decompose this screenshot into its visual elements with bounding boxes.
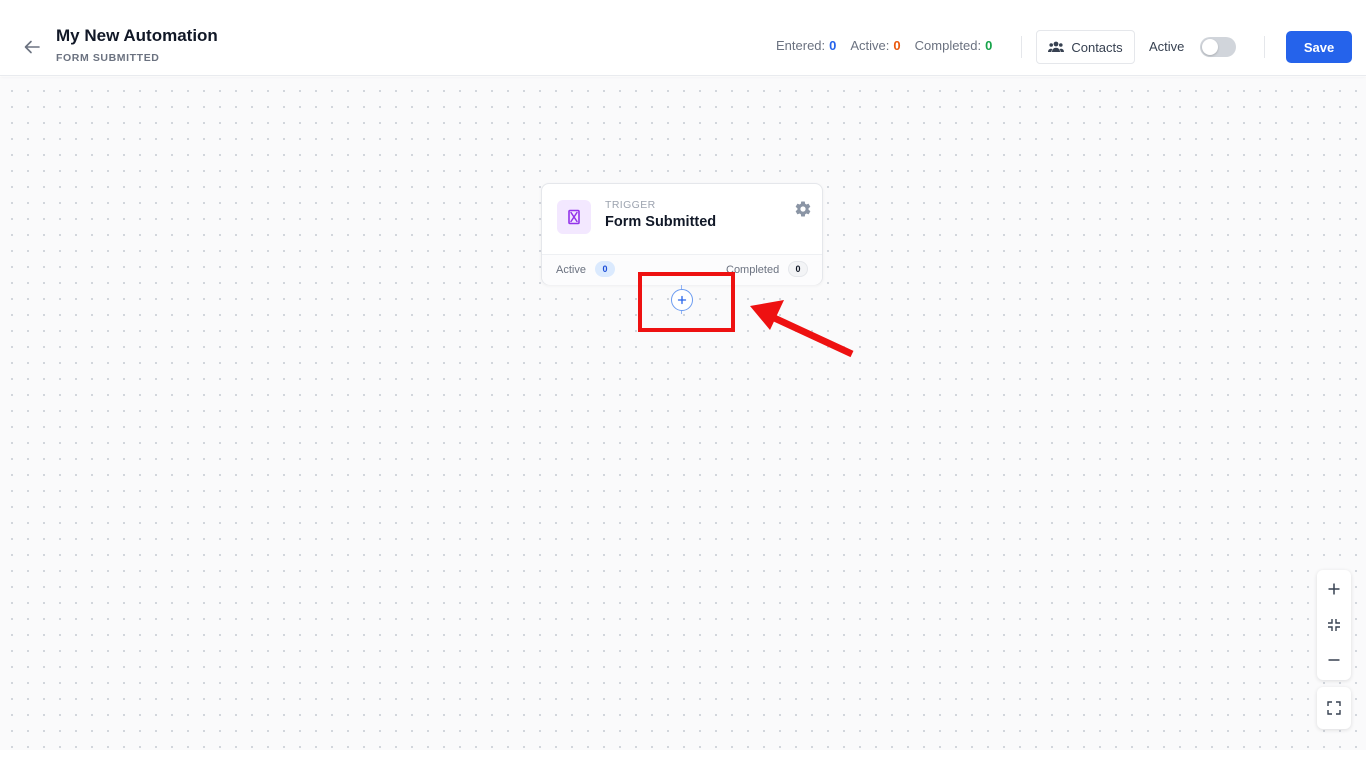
title-block: My New Automation FORM SUBMITTED — [56, 26, 218, 64]
active-toggle-label: Active — [1149, 39, 1185, 54]
zoom-controls — [1317, 570, 1351, 680]
stat-completed-label: Completed: — [914, 38, 982, 53]
node-completed-count: 0 — [788, 261, 808, 277]
trigger-title: Form Submitted — [605, 214, 717, 230]
canvas-bottom-edge — [0, 750, 1366, 770]
node-settings-button[interactable] — [794, 200, 812, 218]
app-header: My New Automation FORM SUBMITTED Entered… — [0, 0, 1366, 76]
stat-entered-label: Entered: — [776, 38, 826, 53]
node-active-label: Active — [556, 264, 586, 276]
zoom-in-button[interactable] — [1317, 572, 1351, 606]
trigger-icon-tile — [557, 200, 591, 234]
workflow-canvas[interactable] — [0, 77, 1366, 750]
toggle-knob — [1202, 39, 1218, 55]
page-subtitle: FORM SUBMITTED — [56, 52, 160, 64]
hourglass-icon — [568, 209, 580, 225]
gear-icon — [795, 201, 811, 217]
zoom-out-button[interactable] — [1317, 643, 1351, 677]
arrow-left-icon — [24, 40, 40, 54]
trigger-type-label: TRIGGER — [605, 199, 656, 211]
add-step-button[interactable] — [671, 289, 693, 311]
stat-active-value: 0 — [893, 38, 901, 53]
users-icon — [1048, 41, 1065, 52]
automation-stats: Entered: 0 Active: 0 Completed: 0 — [776, 38, 992, 53]
compress-icon — [1328, 619, 1340, 631]
back-button[interactable] — [20, 36, 44, 58]
active-toggle[interactable] — [1200, 37, 1236, 57]
stat-completed: Completed: 0 — [915, 38, 993, 53]
page-title: My New Automation — [56, 26, 218, 45]
plus-icon — [1328, 583, 1340, 595]
stat-active: Active: 0 — [850, 38, 900, 53]
stat-completed-value: 0 — [985, 38, 993, 53]
trigger-node[interactable]: TRIGGER Form Submitted Active 0 Complete… — [541, 183, 823, 285]
header-divider — [1021, 36, 1022, 58]
fullscreen-button[interactable] — [1317, 687, 1351, 729]
expand-icon — [1327, 701, 1341, 715]
contacts-button-label: Contacts — [1071, 39, 1123, 55]
contacts-button[interactable]: Contacts — [1036, 30, 1135, 64]
stat-entered-value: 0 — [829, 38, 837, 53]
save-button[interactable]: Save — [1286, 31, 1352, 63]
header-divider-2 — [1264, 36, 1265, 58]
stat-active-label: Active: — [850, 38, 890, 53]
plus-circle-icon — [677, 295, 687, 305]
node-active-count: 0 — [595, 261, 615, 277]
minus-icon — [1328, 659, 1340, 661]
trigger-node-footer: Active 0 Completed 0 — [542, 254, 822, 285]
fit-view-button[interactable] — [1317, 608, 1351, 642]
stat-entered: Entered: 0 — [776, 38, 836, 53]
node-completed-label: Completed — [726, 264, 780, 276]
